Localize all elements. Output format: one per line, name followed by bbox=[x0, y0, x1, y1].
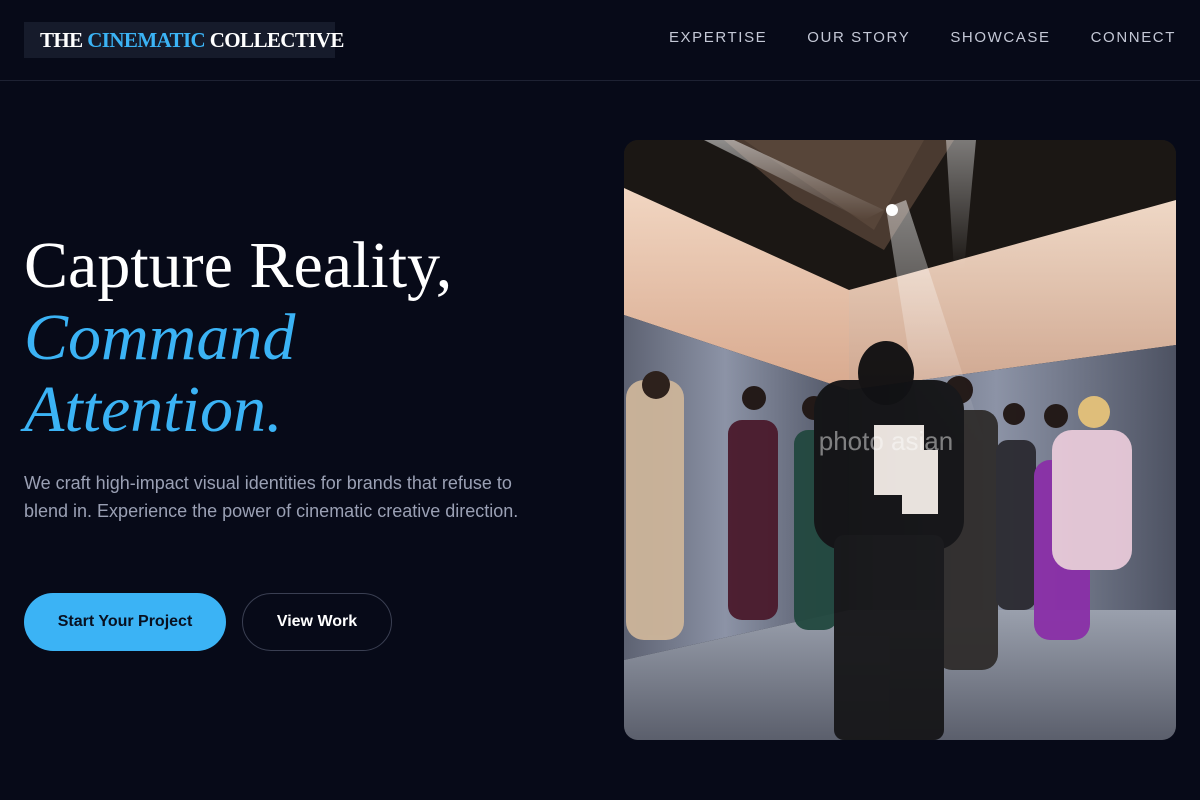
nav-link-showcase[interactable]: SHOWCASE bbox=[950, 29, 1050, 47]
headline-line-3: Attention. bbox=[24, 373, 283, 446]
nav-link-our-story[interactable]: OUR STORY bbox=[807, 29, 910, 47]
logo-text-cinematic: CINEMATIC bbox=[87, 28, 206, 52]
headline-line-1: Capture Reality, bbox=[24, 229, 453, 302]
main-nav: EXPERTISE OUR STORY SHOWCASE CONNECT bbox=[669, 29, 1176, 47]
start-project-button[interactable]: Start Your Project bbox=[24, 593, 226, 651]
hero-photo: photo asian bbox=[624, 140, 1176, 740]
nav-link-connect[interactable]: CONNECT bbox=[1091, 29, 1176, 47]
view-work-button[interactable]: View Work bbox=[242, 593, 392, 651]
logo-text-collective: COLLECTIVE bbox=[205, 28, 345, 52]
watermark-text: photo asian bbox=[819, 426, 953, 456]
site-header: THE CINEMATIC COLLECTIVE EXPERTISE OUR S… bbox=[0, 0, 1200, 81]
headline-line-2: Command bbox=[24, 301, 296, 374]
fashion-show-photo: photo asian bbox=[624, 140, 1176, 740]
logo-text-the: THE bbox=[40, 28, 88, 52]
nav-link-expertise[interactable]: EXPERTISE bbox=[669, 29, 767, 47]
hero-headline: Capture Reality, Command Attention. bbox=[24, 230, 584, 446]
brand-logo[interactable]: THE CINEMATIC COLLECTIVE bbox=[24, 22, 344, 58]
hero-subtitle: We craft high-impact visual identities f… bbox=[24, 473, 519, 521]
